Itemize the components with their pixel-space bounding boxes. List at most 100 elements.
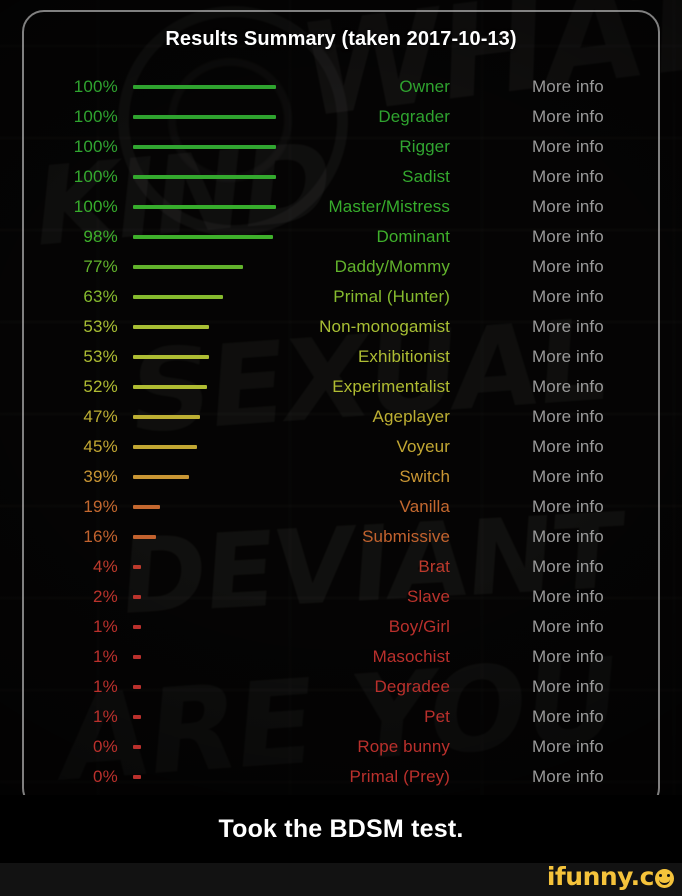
percent-value: 100%: [73, 77, 118, 96]
percent-value: 45%: [83, 437, 118, 456]
more-info-link[interactable]: More info: [532, 167, 604, 187]
trait-label: Submissive: [362, 527, 450, 546]
trait-label: Vanilla: [399, 497, 450, 516]
watermark-text: ifunny.c: [546, 862, 655, 891]
more-info-link[interactable]: More info: [532, 197, 604, 217]
table-row: 100% Degrader More info: [0, 102, 682, 132]
more-info-link[interactable]: More info: [532, 557, 604, 577]
table-row: 100% Owner More info: [0, 72, 682, 102]
percent-value: 16%: [83, 527, 118, 546]
percent-value: 98%: [83, 227, 118, 246]
more-info-link[interactable]: More info: [532, 227, 604, 247]
table-row: 45% Voyeur More info: [0, 432, 682, 462]
screenshot-root: WHAT KIND SEXUAL DEVIANT ARE YOU Results…: [0, 0, 682, 896]
percent-value: 4%: [93, 557, 118, 576]
table-row: 47% Ageplayer More info: [0, 402, 682, 432]
percent-value: 1%: [93, 647, 118, 666]
percent-value: 1%: [93, 617, 118, 636]
percent-value: 53%: [83, 317, 118, 336]
more-info-link[interactable]: More info: [532, 437, 604, 457]
more-info-link[interactable]: More info: [532, 467, 604, 487]
percent-value: 100%: [73, 197, 118, 216]
bar-fill: [133, 625, 141, 629]
table-row: 100% Master/Mistress More info: [0, 192, 682, 222]
trait-label: Masochist: [372, 647, 450, 666]
bar-fill: [133, 655, 141, 659]
trait-label: Non-monogamist: [319, 317, 450, 336]
table-row: 2% Slave More info: [0, 582, 682, 612]
percent-value: 63%: [83, 287, 118, 306]
more-info-link[interactable]: More info: [532, 587, 604, 607]
trait-label: Master/Mistress: [328, 197, 450, 216]
phone-screenshot-region: WHAT KIND SEXUAL DEVIANT ARE YOU Results…: [0, 0, 682, 795]
caption-bar: Took the BDSM test.: [0, 795, 682, 863]
percent-value: 52%: [83, 377, 118, 396]
percent-value: 53%: [83, 347, 118, 366]
trait-label: Slave: [406, 587, 450, 606]
more-info-link[interactable]: More info: [532, 347, 604, 367]
more-info-link[interactable]: More info: [532, 137, 604, 157]
trait-label: Ageplayer: [372, 407, 450, 426]
percent-value: 100%: [73, 137, 118, 156]
table-row: 53% Non-monogamist More info: [0, 312, 682, 342]
trait-label: Degradee: [374, 677, 450, 696]
trait-label: Brat: [418, 557, 450, 576]
smiley-face-icon: [655, 869, 674, 888]
more-info-link[interactable]: More info: [532, 407, 604, 427]
more-info-link[interactable]: More info: [532, 257, 604, 277]
table-row: 0% Primal (Prey) More info: [0, 762, 682, 792]
bar-fill: [133, 775, 141, 779]
percent-value: 47%: [83, 407, 118, 426]
trait-label: Daddy/Mommy: [334, 257, 450, 276]
table-row: 52% Experimentalist More info: [0, 372, 682, 402]
table-row: 100% Sadist More info: [0, 162, 682, 192]
more-info-link[interactable]: More info: [532, 617, 604, 637]
table-row: 4% Brat More info: [0, 552, 682, 582]
more-info-link[interactable]: More info: [532, 77, 604, 97]
table-row: 0% Rope bunny More info: [0, 732, 682, 762]
table-row: 98% Dominant More info: [0, 222, 682, 252]
table-row: 77% Daddy/Mommy More info: [0, 252, 682, 282]
bar-fill: [133, 745, 141, 749]
more-info-link[interactable]: More info: [532, 767, 604, 787]
trait-label: Switch: [399, 467, 450, 486]
more-info-link[interactable]: More info: [532, 317, 604, 337]
percent-value: 1%: [93, 707, 118, 726]
bar-fill: [133, 685, 141, 689]
percent-value: 2%: [93, 587, 118, 606]
percent-value: 77%: [83, 257, 118, 276]
more-info-link[interactable]: More info: [532, 287, 604, 307]
table-row: 1% Boy/Girl More info: [0, 612, 682, 642]
more-info-link[interactable]: More info: [532, 527, 604, 547]
page-title: Results Summary (taken 2017-10-13): [165, 28, 517, 50]
trait-label: Exhibitionist: [357, 347, 450, 366]
watermark-strip: ifunny.c: [0, 863, 682, 896]
more-info-link[interactable]: More info: [532, 647, 604, 667]
trait-label: Dominant: [376, 227, 450, 246]
more-info-link[interactable]: More info: [532, 677, 604, 697]
trait-label: Rope bunny: [357, 737, 450, 756]
results-table: 100% Owner More info 100% Degrader More info 1…: [0, 72, 682, 792]
table-row: 1% Masochist More info: [0, 642, 682, 672]
more-info-link[interactable]: More info: [532, 737, 604, 757]
more-info-link[interactable]: More info: [532, 707, 604, 727]
percent-value: 39%: [83, 467, 118, 486]
more-info-link[interactable]: More info: [532, 107, 604, 127]
bar-fill: [133, 595, 141, 599]
percent-value: 0%: [93, 737, 118, 756]
more-info-link[interactable]: More info: [532, 377, 604, 397]
table-row: 63% Primal (Hunter) More info: [0, 282, 682, 312]
trait-label: Voyeur: [396, 437, 450, 456]
caption-text: Took the BDSM test.: [218, 814, 464, 843]
trait-label: Pet: [424, 707, 450, 726]
table-row: 100% Rigger More info: [0, 132, 682, 162]
trait-label: Owner: [399, 77, 450, 96]
table-row: 1% Pet More info: [0, 702, 682, 732]
trait-label: Primal (Prey): [349, 767, 450, 786]
table-row: 16% Submissive More info: [0, 522, 682, 552]
trait-label: Experimentalist: [332, 377, 450, 396]
table-row: 1% Degradee More info: [0, 672, 682, 702]
more-info-link[interactable]: More info: [532, 497, 604, 517]
trait-label: Degrader: [378, 107, 450, 126]
trait-label: Rigger: [399, 137, 450, 156]
